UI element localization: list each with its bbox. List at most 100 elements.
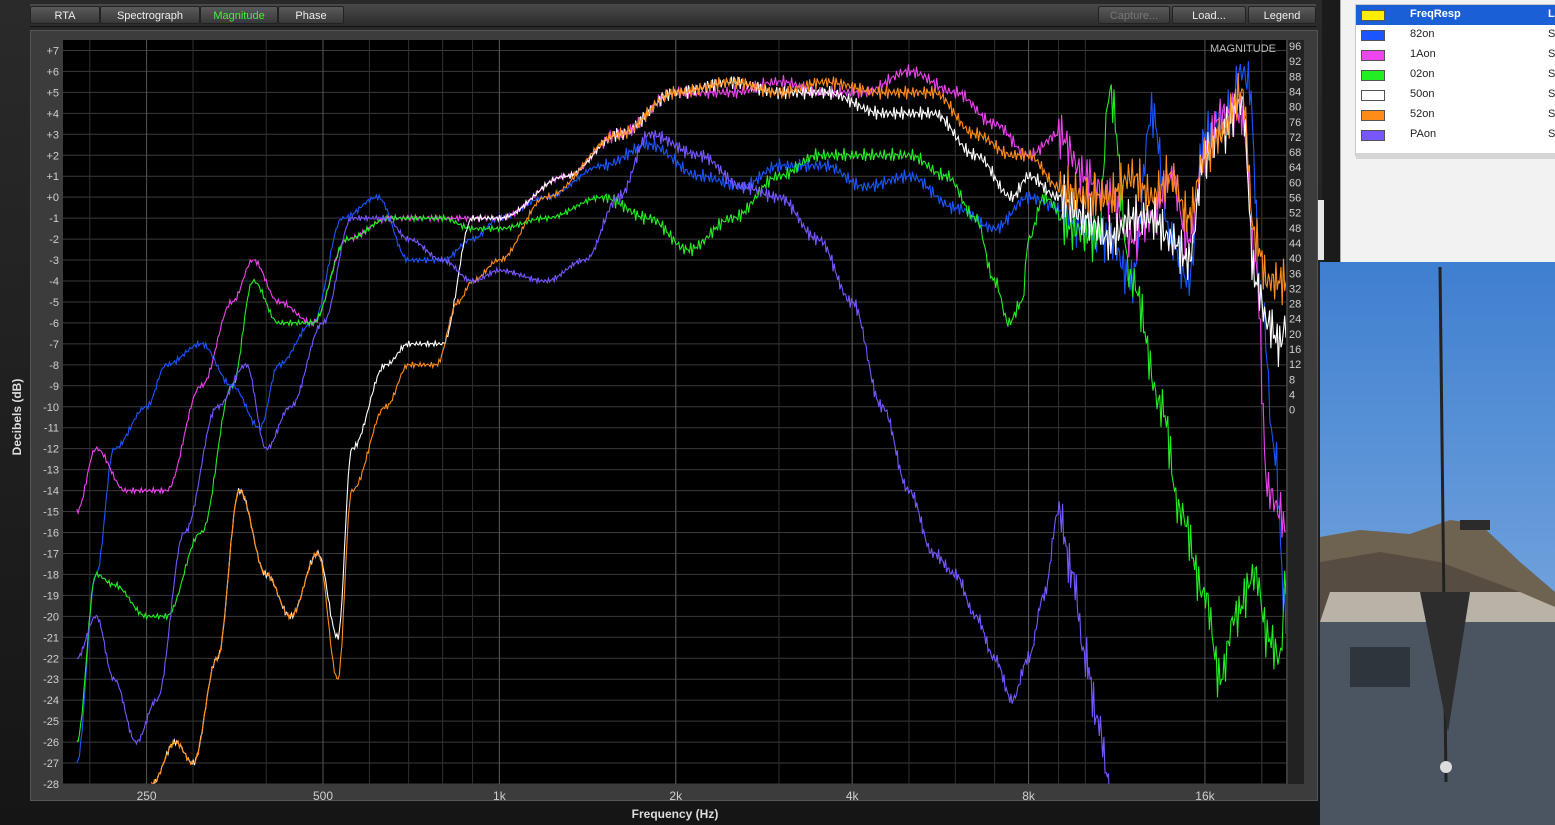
right-tick-label: 32 [1289, 283, 1301, 295]
right-tick-label: 12 [1289, 359, 1301, 371]
y-axis-label: Decibels (dB) [10, 378, 24, 456]
legend-scrollbar[interactable] [1356, 153, 1555, 159]
right-tick-label: 28 [1289, 299, 1301, 311]
x-tick-label: 16k [1195, 789, 1215, 803]
legend-item-name: 1Aon [1410, 48, 1436, 60]
legend-swatch [1361, 110, 1385, 121]
x-tick-label: 500 [313, 789, 333, 803]
y-tick-label: -11 [44, 423, 59, 435]
right-tick-label: 80 [1289, 102, 1301, 114]
y-tick-label: +4 [46, 108, 59, 120]
window-edge [1318, 200, 1324, 260]
y-tick-label: -13 [43, 465, 59, 477]
legend-item-50on[interactable]: 50on St [1356, 85, 1555, 105]
y-tick-label: -28 [43, 779, 59, 791]
y-tick-label: -2 [49, 234, 59, 246]
legend-panel: FreqResp Li 82on St 1Aon St 02on St 50on St 52on St… [1340, 0, 1555, 262]
legend-swatch [1361, 30, 1385, 41]
y-tick-label: +6 [46, 66, 59, 78]
y-tick-label: +0 [46, 192, 59, 204]
y-tick-label: -23 [43, 674, 59, 686]
y-tick-label: +7 [46, 45, 59, 57]
x-tick-label: 2k [669, 789, 683, 803]
y-tick-label: -1 [49, 213, 59, 225]
legend-item-type: St [1548, 48, 1555, 60]
right-tick-label: 4 [1289, 389, 1295, 401]
right-tick-label: 24 [1289, 314, 1301, 326]
legend-swatch [1361, 50, 1385, 61]
right-tick-label: 68 [1289, 147, 1301, 159]
legend-item-name: 52on [1410, 108, 1435, 120]
right-tick-label: 44 [1289, 238, 1301, 250]
legend-swatch [1361, 130, 1385, 141]
legend-item-82on[interactable]: 82on St [1356, 25, 1555, 45]
y-tick-label: -20 [43, 611, 59, 623]
legend-swatch [1361, 70, 1385, 81]
legend-item-paon[interactable]: PAon St [1356, 125, 1555, 145]
y-tick-label: -17 [43, 548, 59, 560]
y-tick-label: -22 [43, 653, 59, 665]
legend-item-1aon[interactable]: 1Aon St [1356, 45, 1555, 65]
y-tick-label: -19 [43, 590, 59, 602]
y-tick-label: -9 [49, 381, 59, 393]
y-tick-label: -10 [43, 402, 59, 414]
right-tick-label: 88 [1289, 71, 1301, 83]
legend-list[interactable]: FreqResp Li 82on St 1Aon St 02on St 50on St 52on St… [1355, 4, 1555, 159]
y-tick-label: -4 [49, 276, 59, 288]
y-tick-label: -24 [43, 695, 59, 707]
right-tick-label: 84 [1289, 86, 1301, 98]
right-tick-label: 36 [1289, 268, 1301, 280]
x-tick-label: 1k [493, 789, 507, 803]
legend-item-name: 02on [1410, 68, 1435, 80]
x-axis-label: Frequency (Hz) [631, 807, 719, 821]
y-tick-label: -25 [43, 716, 59, 728]
legend-item-type: St [1548, 28, 1555, 40]
y-tick-label: -21 [43, 632, 59, 644]
y-tick-label: -12 [43, 444, 59, 456]
right-tick-label: 76 [1289, 117, 1301, 129]
legend-item-52on[interactable]: 52on St [1356, 105, 1555, 125]
right-tick-label: 48 [1289, 223, 1301, 235]
legend-item-type: St [1548, 108, 1555, 120]
y-tick-label: -5 [49, 297, 59, 309]
app-window: RTA Spectrograph Magnitude Phase Capture… [0, 0, 1322, 825]
desktop-photo-image [1320, 262, 1555, 825]
legend-item-name: PAon [1410, 128, 1437, 140]
y-tick-label: +5 [46, 87, 59, 99]
y-tick-label: -26 [43, 737, 59, 749]
y-tick-label: -18 [43, 569, 59, 581]
background-photo [1320, 262, 1555, 825]
y-tick-label: -3 [49, 255, 59, 267]
right-tick-label: 72 [1289, 132, 1301, 144]
y-tick-label: -15 [43, 507, 59, 519]
y-tick-label: +2 [46, 150, 59, 162]
y-tick-label: -6 [49, 318, 59, 330]
view-label: MAGNITUDE [1210, 43, 1276, 55]
legend-item-name: 50on [1410, 88, 1435, 100]
legend-item-name: 82on [1410, 28, 1435, 40]
y-tick-label: -7 [49, 339, 59, 351]
right-tick-label: 0 [1289, 405, 1295, 417]
legend-item-freqresp[interactable]: FreqResp Li [1356, 5, 1555, 25]
legend-item-type: St [1548, 88, 1555, 100]
x-tick-label: 4k [846, 789, 860, 803]
right-tick-label: 96 [1289, 41, 1301, 53]
y-tick-label: +1 [46, 171, 59, 183]
y-tick-label: -8 [49, 360, 59, 372]
legend-item-02on[interactable]: 02on St [1356, 65, 1555, 85]
right-tick-label: 56 [1289, 193, 1301, 205]
magnitude-graph[interactable]: +7 +6 +5 +4 +3 +2 +1 +0 -1 -2 -3 -4 -5 -6 -7 -8 -9 -10 -11… [0, 0, 1322, 825]
legend-swatch [1361, 90, 1385, 101]
legend-swatch [1361, 10, 1385, 21]
legend-item-type: St [1548, 68, 1555, 80]
right-tick-label: 92 [1289, 56, 1301, 68]
y-tick-label: -27 [43, 758, 59, 770]
legend-item-type: St [1548, 128, 1555, 140]
y-tick-label: -16 [43, 528, 59, 540]
legend-item-type: Li [1548, 8, 1555, 20]
y-tick-label: +3 [46, 129, 59, 141]
right-tick-label: 8 [1289, 374, 1295, 386]
right-tick-label: 20 [1289, 329, 1301, 341]
right-tick-label: 52 [1289, 208, 1301, 220]
x-tick-label: 8k [1022, 789, 1036, 803]
